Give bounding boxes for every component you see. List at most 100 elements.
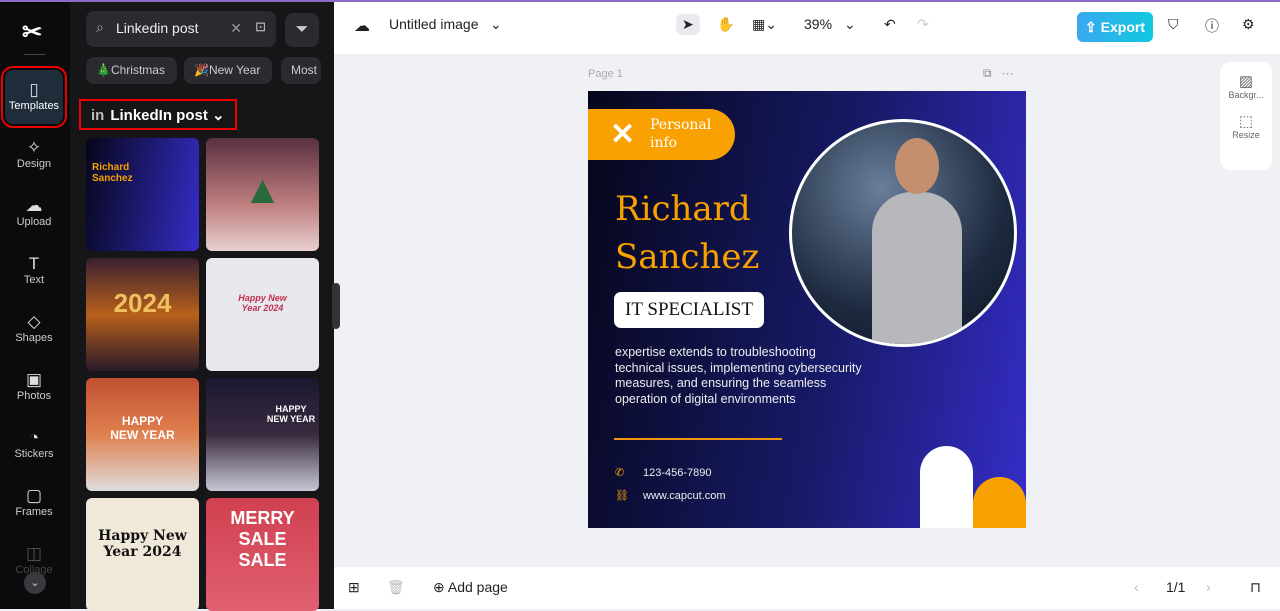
- template-thumb[interactable]: Richard Sanchez: [86, 138, 199, 251]
- divider-line: [614, 438, 782, 440]
- website-row[interactable]: ⛓ www.capcut.com: [615, 489, 726, 502]
- export-button[interactable]: ⇪ Export: [1077, 12, 1153, 42]
- collage-icon: ◫: [25, 544, 43, 563]
- personal-info-pill[interactable]: ✕ Personal info: [588, 109, 735, 160]
- redo-icon[interactable]: ↷: [917, 16, 929, 33]
- pages-panel-icon[interactable]: ⊓: [1250, 579, 1261, 596]
- template-thumb[interactable]: HAPPY NEW YEAR: [86, 378, 199, 491]
- cloud-icon[interactable]: ☁: [354, 16, 370, 36]
- tree-icon: ▲: [242, 168, 283, 212]
- background-icon: ▨: [1238, 73, 1254, 90]
- thumb-text: Happy New Year 2024: [238, 293, 287, 313]
- export-icon: ⇪: [1085, 19, 1101, 35]
- rail-label: Templates: [8, 100, 60, 112]
- select-tool-icon[interactable]: ➤: [676, 14, 700, 35]
- chevron-down-icon: ⌄: [212, 107, 225, 124]
- image-search-icon[interactable]: ⊡: [255, 19, 266, 35]
- rail-upload[interactable]: ☁ Upload: [5, 186, 63, 240]
- phone-text: 123-456-7890: [643, 467, 712, 479]
- white-shape: [920, 446, 973, 528]
- rail-stickers[interactable]: ◔ Stickers: [5, 418, 63, 472]
- category-label: LinkedIn post: [110, 107, 208, 124]
- profile-photo[interactable]: [789, 119, 1017, 347]
- upload-icon: ☁: [25, 196, 43, 215]
- orange-shape: [973, 477, 1026, 528]
- design-canvas[interactable]: ✕ Personal info Richard Sanchez IT SPECIA…: [588, 91, 1026, 528]
- panel-collapse-handle[interactable]: [332, 283, 340, 329]
- search-value: Linkedin post: [116, 20, 199, 36]
- document-title[interactable]: Untitled image: [389, 16, 479, 32]
- chip-most[interactable]: Most: [281, 57, 321, 84]
- category-dropdown[interactable]: in LinkedIn post ⌄: [79, 99, 237, 130]
- shapes-icon: ◇: [27, 312, 41, 331]
- zoom-level[interactable]: 39%: [804, 16, 832, 32]
- template-thumb[interactable]: 2024: [86, 258, 199, 371]
- layout-icon[interactable]: ▦⌄: [752, 16, 777, 33]
- description[interactable]: expertise extends to troubleshooting tec…: [615, 345, 865, 408]
- template-thumb[interactable]: Happy New Year 2024: [86, 498, 199, 611]
- person-name[interactable]: Richard Sanchez: [615, 185, 775, 281]
- templates-icon: ▯: [29, 80, 39, 99]
- template-thumb[interactable]: Happy New Year 2024: [206, 258, 319, 371]
- side-tools: ▨ Backgr... ⬚ Resize: [1220, 62, 1272, 170]
- rail-shapes[interactable]: ◇ Shapes: [5, 302, 63, 356]
- left-rail: ✂ ▯ Templates ✧ Design ☁ Upload T Text ◇ Shap…: [0, 0, 70, 609]
- settings-icon[interactable]: ⚙: [1242, 16, 1255, 33]
- more-icon[interactable]: ⋯: [1002, 66, 1014, 80]
- chip-new-year[interactable]: 🎉New Year: [184, 57, 272, 84]
- chevron-down-icon[interactable]: ⌄: [490, 16, 502, 33]
- add-page-icon[interactable]: ⊞: [348, 579, 360, 596]
- duplicate-page-icon[interactable]: ⧉: [983, 66, 992, 80]
- top-toolbar: ☁ Untitled image ⌄ ➤ ✋ ▦⌄ 39% ⌄ ↶ ↷ ⇪ Ex…: [334, 0, 1280, 54]
- rail-label: Design: [16, 158, 52, 170]
- rail-photos[interactable]: ▣ Photos: [5, 360, 63, 414]
- rail-text[interactable]: T Text: [5, 244, 63, 298]
- help-icon[interactable]: ⓘ: [1205, 16, 1219, 36]
- clear-icon[interactable]: ✕: [230, 20, 242, 37]
- resize-button[interactable]: ⬚ Resize: [1220, 100, 1272, 140]
- search-input[interactable]: ⌕ Linkedin post ✕ ⊡: [86, 11, 276, 47]
- resize-icon: ⬚: [1238, 113, 1254, 130]
- head-shape: [895, 138, 939, 194]
- chevron-down-icon[interactable]: ⌄: [844, 16, 856, 33]
- templates-panel: ⌕ Linkedin post ✕ ⊡ ⏷ 🎄Christmas 🎉New Year …: [70, 0, 334, 611]
- job-title[interactable]: IT SPECIALIST: [614, 292, 764, 328]
- rail-design[interactable]: ✧ Design: [5, 128, 63, 182]
- divider: [24, 54, 46, 55]
- undo-icon[interactable]: ↶: [884, 16, 896, 33]
- rail-label: Shapes: [15, 332, 53, 344]
- chip-christmas[interactable]: 🎄Christmas: [86, 57, 177, 84]
- phone-row[interactable]: ✆ 123-456-7890: [615, 466, 712, 479]
- pagination: 1/1: [1166, 579, 1186, 595]
- thumb-text: HAPPY NEW YEAR: [110, 414, 175, 442]
- add-page-button[interactable]: ⊕ Add page: [433, 579, 508, 596]
- rail-label: Photos: [16, 390, 52, 402]
- filter-button[interactable]: ⏷: [285, 13, 319, 47]
- next-page-icon[interactable]: ›: [1206, 579, 1211, 595]
- template-thumb[interactable]: ▲: [206, 138, 319, 251]
- add-page-label: Add page: [447, 579, 508, 595]
- rail-label: Upload: [16, 216, 52, 228]
- thumb-text: Happy New Year 2024: [98, 528, 187, 560]
- photos-icon: ▣: [25, 370, 43, 389]
- hand-tool-icon[interactable]: ✋: [717, 16, 734, 33]
- delete-icon[interactable]: 🗑: [387, 579, 405, 596]
- template-thumb[interactable]: HAPPY NEW YEAR: [206, 378, 319, 491]
- website-text: www.capcut.com: [643, 490, 726, 502]
- thumb-text: 2024: [113, 288, 172, 318]
- prev-page-icon[interactable]: ‹: [1134, 579, 1139, 595]
- background-label: Backgr...: [1228, 90, 1264, 100]
- linkedin-icon: in: [91, 107, 105, 124]
- shield-icon[interactable]: ⛉: [1168, 16, 1179, 33]
- rail-templates[interactable]: ▯ Templates: [1, 66, 67, 128]
- link-icon: ⛓: [615, 490, 629, 502]
- template-thumb[interactable]: MERRY SALE SALE: [206, 498, 319, 611]
- rail-label: Stickers: [14, 448, 54, 460]
- thumb-text: HAPPY NEW YEAR: [266, 404, 316, 424]
- rail-label: Frames: [15, 506, 53, 518]
- add-icon: ⊕: [433, 579, 448, 595]
- background-button[interactable]: ▨ Backgr...: [1220, 62, 1272, 100]
- capcut-logo[interactable]: ✂: [22, 18, 42, 47]
- rail-frames[interactable]: ▢ Frames: [5, 476, 63, 530]
- chevron-down-icon[interactable]: ⌄: [24, 572, 46, 594]
